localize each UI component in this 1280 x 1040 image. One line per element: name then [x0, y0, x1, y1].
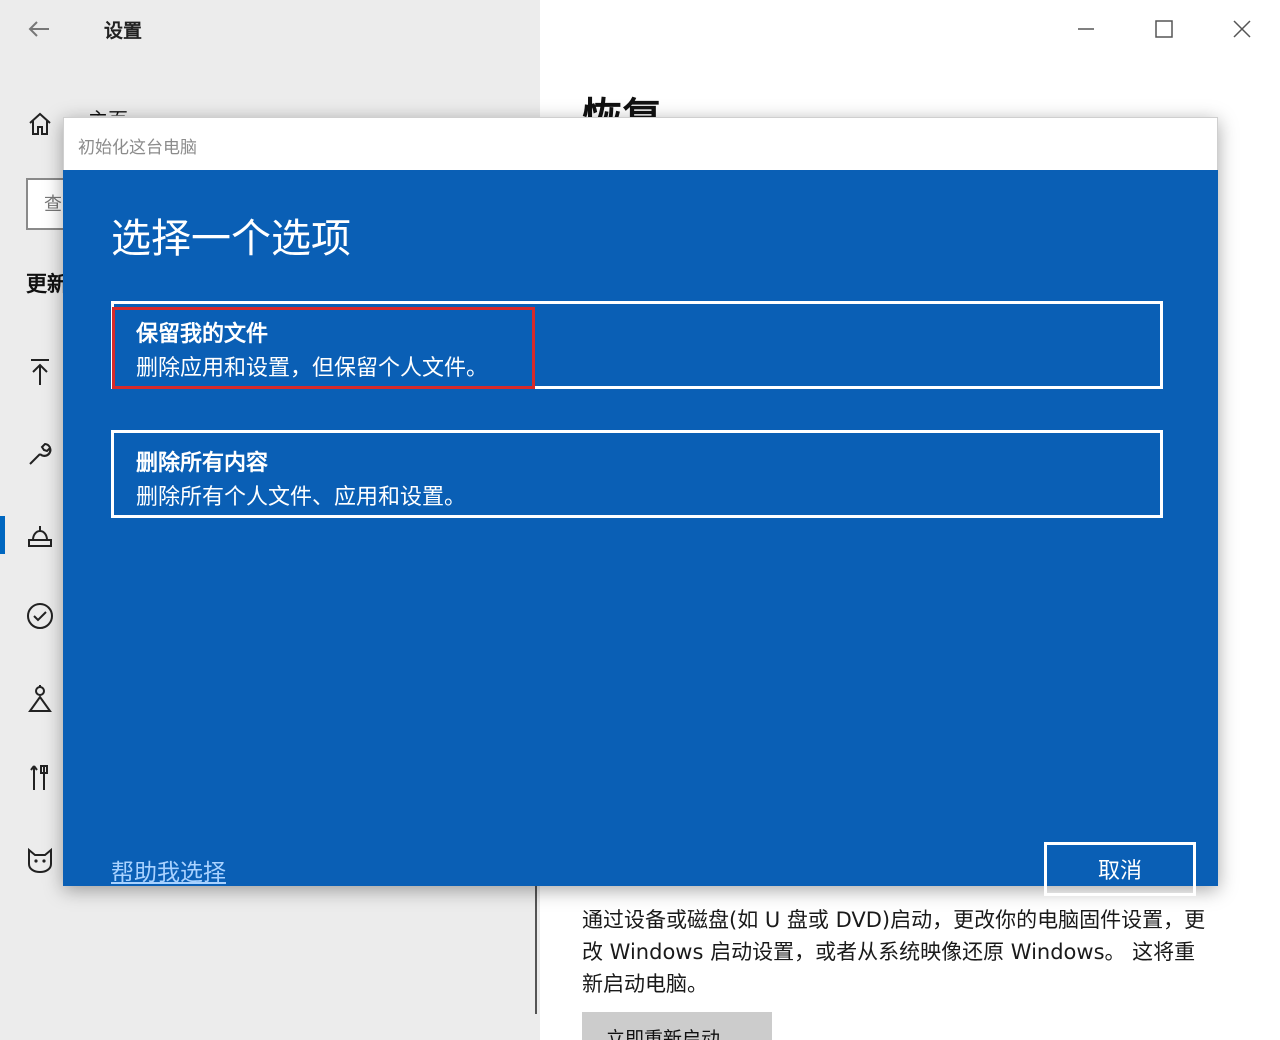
restart-now-button[interactable]: 立即重新启动	[582, 1012, 772, 1040]
section-title: 更新	[26, 272, 68, 296]
recovery-icon	[28, 526, 52, 547]
remove-everything-option[interactable]: 删除所有内容 删除所有个人文件、应用和设置。	[111, 430, 1163, 518]
checkmark-circle-icon	[27, 603, 53, 629]
maximize-button[interactable]	[1144, 12, 1184, 46]
sidebar-item-developers[interactable]	[20, 758, 60, 798]
dialog-title: 初始化这台电脑	[63, 117, 1218, 170]
option-description: 删除所有个人文件、应用和设置。	[136, 485, 467, 510]
maximize-icon	[1155, 20, 1173, 38]
help-me-choose-link[interactable]: 帮助我选择	[111, 853, 226, 887]
reset-pc-dialog: 初始化这台电脑 选择一个选项 保留我的文件 删除应用和设置，但保留个人文件。 删…	[63, 117, 1218, 896]
sidebar-item-troubleshoot[interactable]	[20, 434, 60, 474]
wrench-icon	[29, 442, 52, 465]
app-title: 设置	[104, 20, 143, 42]
back-arrow-icon	[28, 21, 49, 37]
dialog-heading: 选择一个选项	[111, 216, 351, 262]
sidebar-item-insider[interactable]	[20, 840, 60, 880]
minimize-icon	[1078, 28, 1094, 30]
home-icon	[29, 112, 51, 135]
cancel-button[interactable]: 取消	[1044, 842, 1196, 896]
page-heading: 恢复	[582, 95, 662, 118]
sidebar-item-recovery[interactable]	[20, 516, 60, 556]
close-icon	[1233, 20, 1251, 38]
keep-files-option[interactable]: 保留我的文件 删除应用和设置，但保留个人文件。	[111, 301, 1163, 389]
sidebar-item-activation[interactable]	[20, 596, 60, 636]
tools-icon	[30, 765, 48, 790]
home-button[interactable]	[20, 104, 60, 144]
back-button[interactable]	[22, 12, 56, 46]
divider	[535, 884, 537, 1014]
minimize-button[interactable]	[1066, 12, 1106, 46]
active-indicator	[0, 516, 5, 554]
search-placeholder: 查	[44, 194, 62, 215]
close-button[interactable]	[1222, 12, 1262, 46]
option-title: 保留我的文件	[136, 322, 269, 347]
sidebar-item-windows-update[interactable]	[20, 352, 60, 392]
cat-face-icon	[28, 847, 52, 874]
option-description: 删除应用和设置，但保留个人文件。	[136, 356, 489, 381]
person-key-icon	[28, 685, 52, 712]
dialog-body: 选择一个选项 保留我的文件 删除应用和设置，但保留个人文件。 删除所有内容 删除…	[63, 170, 1218, 896]
advanced-startup-description: 通过设备或磁盘(如 U 盘或 DVD)启动，更改你的电脑固件设置，更改 Wind…	[582, 908, 1206, 996]
option-title: 删除所有内容	[136, 451, 269, 476]
upload-arrow-icon	[31, 359, 49, 385]
sidebar-item-find-device[interactable]	[20, 678, 60, 718]
